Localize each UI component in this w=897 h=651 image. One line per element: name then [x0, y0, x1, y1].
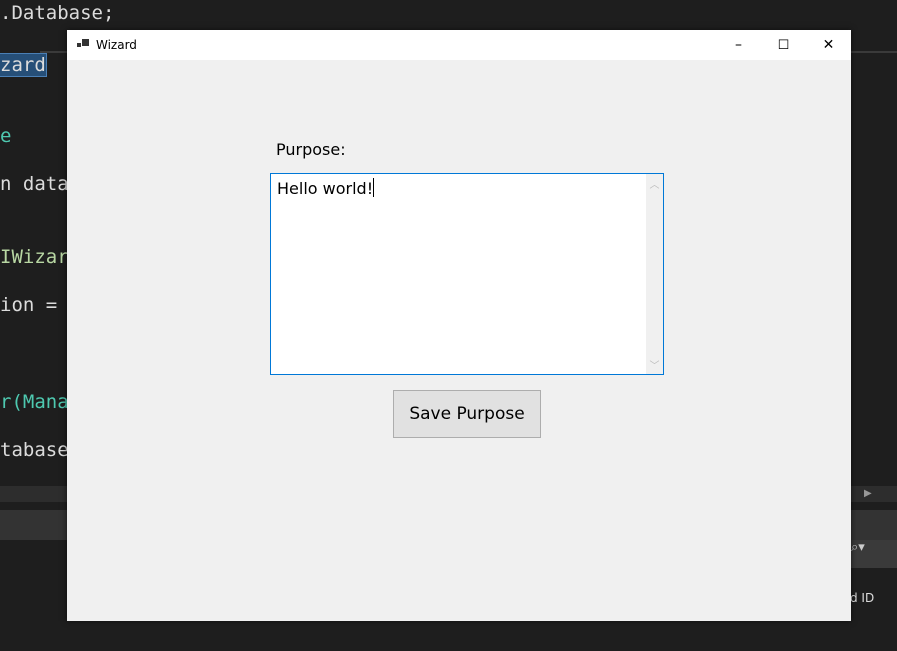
window-title: Wizard	[96, 38, 137, 52]
wizard-window: Wizard – ☐ ✕ Purpose: Hello world! ︿ ﹀ S…	[67, 30, 851, 621]
minimize-button[interactable]: –	[716, 30, 761, 60]
code-line: zard	[0, 53, 47, 77]
text-caret	[373, 178, 375, 197]
vertical-scrollbar[interactable]: ︿ ﹀	[646, 174, 663, 374]
code-selection: zard	[0, 53, 47, 77]
purpose-label: Purpose:	[276, 140, 346, 159]
save-purpose-button[interactable]: Save Purpose	[393, 390, 541, 438]
purpose-text: Hello world!	[277, 179, 374, 198]
code-line: e	[0, 125, 12, 147]
purpose-textarea[interactable]: Hello world! ︿ ﹀	[270, 173, 664, 375]
scroll-right-icon[interactable]: ▶	[864, 488, 872, 499]
scroll-down-icon[interactable]: ﹀	[646, 357, 663, 372]
app-icon	[77, 39, 89, 47]
title-bar[interactable]: Wizard – ☐ ✕	[67, 30, 851, 60]
search-dropdown-icon[interactable]: ⌕▾	[851, 540, 897, 568]
maximize-button[interactable]: ☐	[761, 30, 806, 60]
code-line: .Database;	[0, 2, 115, 24]
scroll-up-icon[interactable]: ︿	[646, 176, 663, 191]
close-button[interactable]: ✕	[806, 30, 851, 60]
